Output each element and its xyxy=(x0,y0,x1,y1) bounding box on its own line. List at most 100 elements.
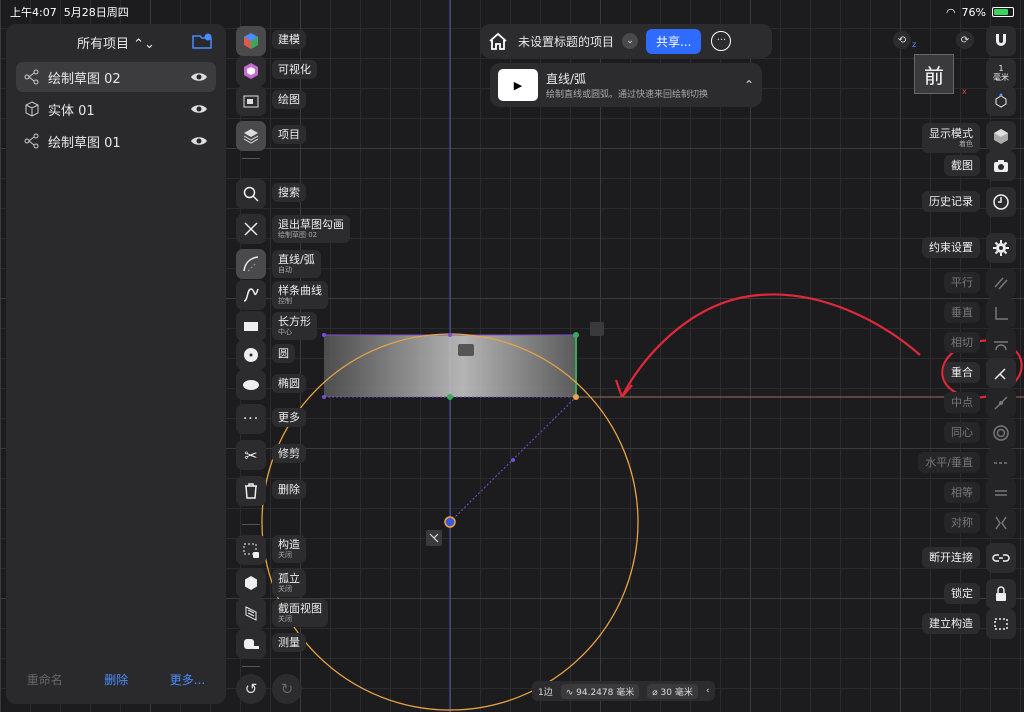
rename-button[interactable]: 重命名 xyxy=(27,671,63,688)
rotate-right-icon[interactable]: ⟳ xyxy=(956,31,974,49)
line-arc-tool[interactable] xyxy=(236,249,266,279)
midpoint-constraint[interactable] xyxy=(986,388,1016,418)
eye-icon[interactable] xyxy=(190,103,208,115)
diameter-readout[interactable]: ⌀ 30 毫米 xyxy=(647,683,698,699)
perpendicular-label: 垂直 xyxy=(944,302,980,323)
sketch-icon xyxy=(24,133,39,149)
chevron-down-icon[interactable]: ⌄ xyxy=(622,33,639,49)
line-arc-icon xyxy=(243,256,259,272)
redo-button[interactable]: ↻ xyxy=(272,674,302,704)
gear-icon xyxy=(993,240,1009,256)
equal-label: 相等 xyxy=(944,482,980,503)
lock-button[interactable] xyxy=(986,579,1016,609)
exit-sketch-button[interactable] xyxy=(236,214,266,244)
tangent-constraint[interactable] xyxy=(986,328,1016,358)
construct-icon xyxy=(243,543,259,558)
parallel-constraint[interactable] xyxy=(986,268,1016,298)
delete-tool[interactable] xyxy=(236,476,266,506)
ellipse-icon xyxy=(243,380,259,390)
trim-label: 修剪 xyxy=(272,444,306,463)
hint-description: 绘制直线或圆弧。通过快速来回绘制切换 xyxy=(546,90,709,100)
disconnect-button[interactable] xyxy=(986,543,1016,573)
share-button[interactable]: 共享... xyxy=(646,28,702,54)
svg-text:x: x xyxy=(962,87,967,96)
chevron-up-icon[interactable]: ⌃ xyxy=(744,78,754,92)
construct-toggle[interactable] xyxy=(236,535,266,565)
new-folder-icon[interactable] xyxy=(192,33,212,49)
list-item[interactable]: 绘制草图 02 xyxy=(16,62,216,92)
spline-tool[interactable] xyxy=(236,280,266,310)
list-item[interactable]: 实体 01 xyxy=(16,94,216,124)
symmetric-constraint[interactable] xyxy=(986,508,1016,538)
more-button[interactable]: 更多... xyxy=(170,671,205,688)
build-construct-label: 建立构造 xyxy=(922,613,980,634)
shaded-rectangle xyxy=(324,335,576,397)
more-tools-button[interactable]: ··· xyxy=(236,404,266,434)
concentric-constraint[interactable] xyxy=(986,418,1016,448)
visualize-workspace-button[interactable] xyxy=(236,56,266,86)
history-button[interactable] xyxy=(986,187,1016,217)
ellipsis-icon[interactable]: ··· xyxy=(711,31,732,51)
rotate-left-icon[interactable]: ⟲ xyxy=(893,31,911,49)
build-construct-button[interactable] xyxy=(986,609,1016,639)
length-readout[interactable]: ∿ 94.2478 毫米 xyxy=(560,683,640,699)
project-title-bar: 未设置标题的项目 ⌄ 共享... ··· xyxy=(480,24,772,58)
home-icon[interactable] xyxy=(488,32,508,50)
eye-icon[interactable] xyxy=(190,71,208,83)
isolate-toggle[interactable] xyxy=(236,568,266,598)
view-cube[interactable]: 前 xyxy=(914,54,954,94)
equal-constraint[interactable] xyxy=(986,478,1016,508)
snap-button[interactable] xyxy=(986,26,1016,56)
layers-icon xyxy=(243,129,259,144)
disconnect-label: 断开连接 xyxy=(922,547,980,568)
unit-value: 1 xyxy=(998,64,1004,73)
delete-button[interactable]: 删除 xyxy=(104,671,128,688)
panel-header[interactable]: 所有项目 ⌃⌄ xyxy=(6,24,226,60)
axes-button[interactable] xyxy=(986,86,1016,116)
project-title[interactable]: 未设置标题的项目 xyxy=(518,33,614,50)
construct-label: 构造 关闭 xyxy=(272,535,306,563)
rectangle-label: 长方形 中心 xyxy=(272,312,317,340)
panel-footer: 重命名 删除 更多... xyxy=(6,671,226,688)
item-label: 绘制草图 01 xyxy=(48,135,121,151)
hint-title: 直线/弧 xyxy=(546,72,587,86)
display-mode-button[interactable] xyxy=(986,121,1016,151)
status-bar: 上午4:07 5月28日周四 ◠ 76% xyxy=(10,4,1014,20)
equal-icon xyxy=(995,490,1007,496)
measure-tool[interactable] xyxy=(236,629,266,659)
panel-title[interactable]: 所有项目 ⌃⌄ xyxy=(77,33,155,52)
ellipse-tool[interactable] xyxy=(236,370,266,400)
undo-icon: ↺ xyxy=(244,680,258,698)
scissors-icon: ✂ xyxy=(244,445,258,465)
drawing-workspace-button[interactable] xyxy=(236,86,266,116)
center-point xyxy=(444,516,456,528)
measure-label: 测量 xyxy=(272,633,306,652)
list-item[interactable]: 绘制草图 01 xyxy=(16,126,216,156)
cube-icon xyxy=(25,101,39,117)
symmetric-label: 对称 xyxy=(944,512,980,533)
section-view-toggle[interactable] xyxy=(236,598,266,628)
coincident-constraint[interactable] xyxy=(986,358,1016,388)
eye-icon[interactable] xyxy=(190,135,208,147)
search-button[interactable] xyxy=(236,179,266,209)
undo-button[interactable]: ↺ xyxy=(236,674,266,704)
parallel-label: 平行 xyxy=(944,272,980,293)
circle-icon xyxy=(244,348,258,362)
horizontal-vertical-constraint[interactable] xyxy=(986,448,1016,478)
play-video-icon[interactable]: ▶ xyxy=(498,69,538,101)
screenshot-button[interactable] xyxy=(986,151,1016,181)
perpendicular-constraint[interactable] xyxy=(986,298,1016,328)
drawing-label: 绘图 xyxy=(272,90,306,109)
project-button[interactable] xyxy=(236,121,266,151)
constraint-settings-button[interactable] xyxy=(986,233,1016,263)
rectangle-tool[interactable] xyxy=(236,311,266,341)
units-button[interactable]: 1 毫米 xyxy=(986,58,1016,88)
tool-hint-card[interactable]: ▶ 直线/弧 绘制直线或圆弧。通过快速来回绘制切换 ⌃ xyxy=(490,63,762,107)
modeling-workspace-button[interactable] xyxy=(236,26,266,56)
camera-icon xyxy=(994,160,1008,172)
circle-label: 圆 xyxy=(272,344,295,363)
chevron-left-icon[interactable]: ‹ xyxy=(706,686,710,696)
trim-tool[interactable]: ✂ xyxy=(236,440,266,470)
circle-tool[interactable] xyxy=(236,340,266,370)
close-icon xyxy=(244,222,258,236)
